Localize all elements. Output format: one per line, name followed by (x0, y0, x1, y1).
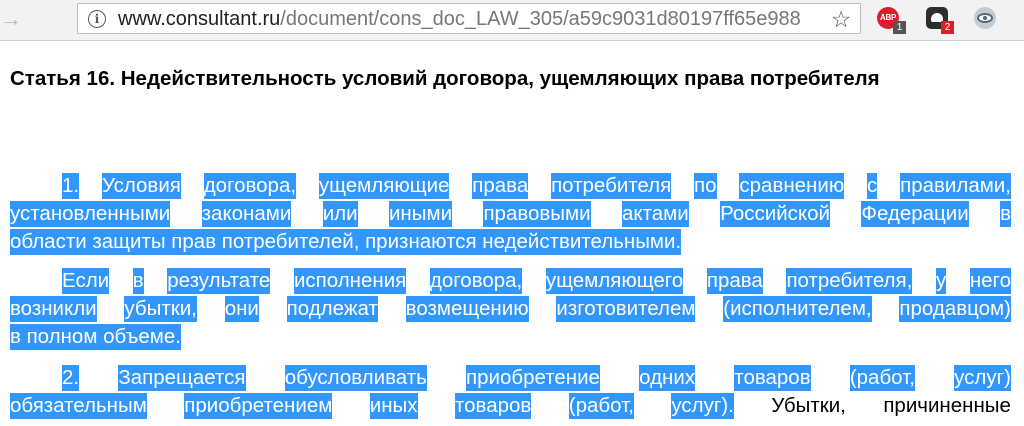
word: Запрещается (118, 365, 246, 391)
selected-text: в полном объеме. (10, 324, 181, 350)
word: иными (388, 201, 453, 227)
ghostery-count-badge: 2 (941, 21, 954, 34)
paragraph-1-line-1: 1. Условия договора, ущемляющие права потреби… (10, 173, 1011, 199)
word: обусловливать (284, 365, 427, 391)
word: права (706, 268, 763, 294)
paragraph-3-line-2: обязательным приобретением иных товаров (раб… (10, 393, 1011, 419)
word: него (969, 268, 1011, 294)
word: 2. (62, 365, 80, 391)
word: сравнению (739, 173, 845, 199)
word: Условия (101, 173, 181, 199)
article-heading: Статья 16. Недействительность условий до… (10, 67, 880, 90)
word: установленными (10, 201, 171, 227)
word: с (867, 173, 878, 199)
word: (работ, (568, 393, 634, 419)
word: иных (369, 393, 418, 419)
word: ущемляющего (545, 268, 684, 294)
word: Российской (720, 201, 830, 227)
word: права (472, 173, 529, 199)
word: в (1000, 201, 1011, 227)
eye-icon (977, 13, 993, 23)
browser-toolbar: → i www.consultant.ru/document/cons_doc_… (0, 0, 1024, 41)
word: результате (167, 268, 271, 294)
url-text[interactable]: www.consultant.ru/document/cons_doc_LAW_… (118, 7, 818, 31)
word: договора, (429, 268, 523, 294)
url-domain: www.consultant.ru (118, 8, 281, 30)
eye-extension-icon[interactable] (974, 7, 996, 29)
word: в (132, 268, 144, 294)
word: договора, (203, 173, 297, 199)
word: Убытки, (771, 394, 846, 417)
paragraph-2-line-1: Если в результате исполнения договора, ущемля… (10, 268, 1011, 294)
word: одних (639, 365, 696, 391)
site-info-icon[interactable]: i (88, 10, 106, 28)
word: у (935, 268, 947, 294)
paragraph-2-line-2: возникли убытки, они подлежат возмещению изго… (10, 296, 1011, 322)
word: обязательным (10, 393, 147, 419)
word: возникли (10, 296, 97, 322)
word: подлежат (286, 296, 378, 322)
word: услуг). (671, 393, 734, 419)
word: актами (621, 201, 689, 227)
word: законами (201, 201, 292, 227)
forward-arrow-icon[interactable]: → (0, 6, 22, 32)
word: убытки, (124, 296, 197, 322)
paragraph-3-line-1: 2. Запрещается обусловливать приобретение од… (10, 365, 1011, 391)
word: возмещению (405, 296, 529, 322)
word: правовыми (483, 201, 591, 227)
paragraph-1-line-2: установленными законами или иными правовыми а… (10, 201, 1011, 227)
bookmark-star-icon[interactable]: ☆ (828, 6, 854, 32)
word: Если (62, 268, 110, 294)
word: потребителя (551, 173, 672, 199)
word: изготовителем (556, 296, 696, 322)
url-path: /document/cons_doc_LAW_305/a59c9031d8019… (280, 8, 801, 30)
word: потребителя, (786, 268, 913, 294)
word: Федерации (861, 201, 969, 227)
word: они (224, 296, 259, 322)
word: правилами, (900, 173, 1011, 199)
word: продавцом) (899, 296, 1011, 322)
word: приобретением (184, 393, 333, 419)
word: (работ, (849, 365, 915, 391)
word: товаров (455, 393, 532, 419)
paragraph-1-line-3: области защиты прав потребителей, призна… (10, 229, 1011, 255)
word: по (694, 173, 717, 199)
paragraph-2-line-3: в полном объеме. (10, 324, 1011, 350)
address-bar[interactable]: i www.consultant.ru/document/cons_doc_LA… (77, 3, 861, 34)
word: приобретение (465, 365, 600, 391)
word: исполнения (293, 268, 407, 294)
selected-text: области защиты прав потребителей, призна… (10, 229, 682, 255)
adblock-count-badge: 1 (893, 21, 906, 34)
word: услуг) (954, 365, 1011, 391)
word: ущемляющие (318, 173, 450, 199)
word: или (322, 201, 358, 227)
word: 1. (62, 173, 80, 199)
word: (исполнителем, (723, 296, 872, 322)
word: причиненные (883, 394, 1011, 417)
word: товаров (734, 365, 811, 391)
